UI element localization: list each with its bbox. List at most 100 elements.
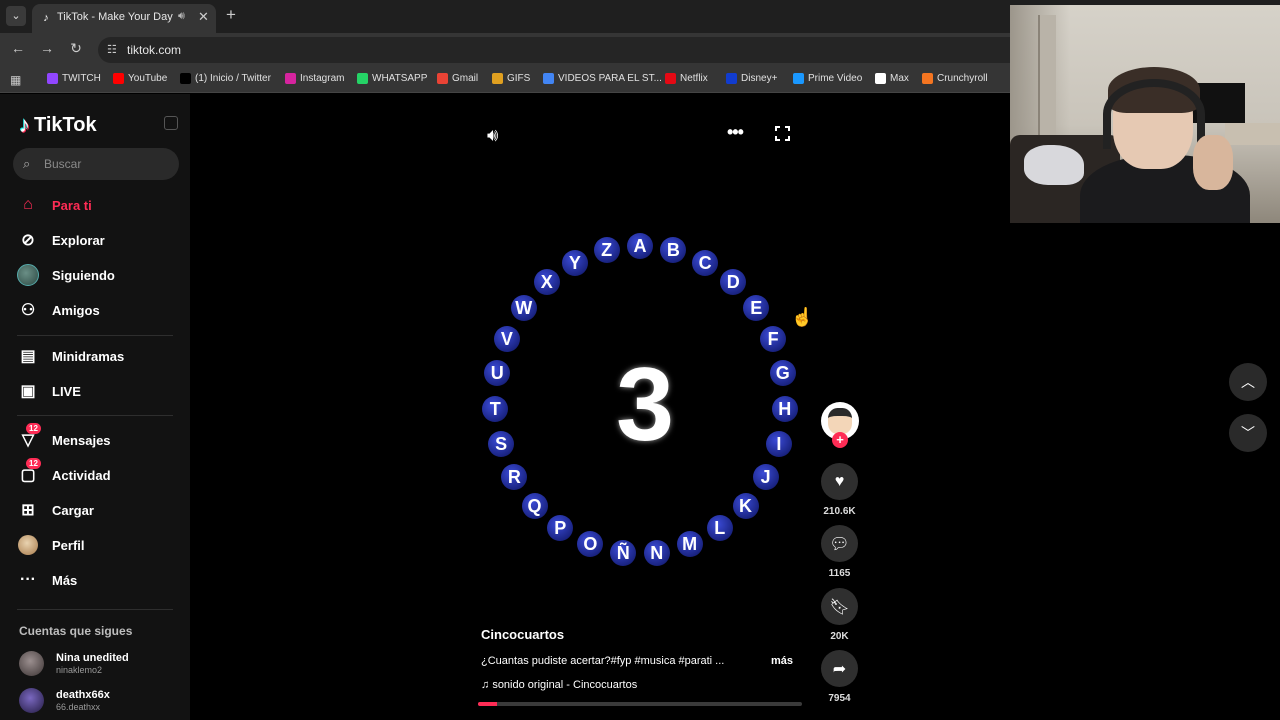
- followed-account[interactable]: Nina unedited ninaklemo2: [19, 651, 129, 676]
- heart-icon: ♥: [834, 472, 845, 490]
- compass-icon: ⊘: [21, 232, 35, 249]
- video-progress-bar[interactable]: [478, 702, 802, 706]
- music-label: sonido original - Cincocuartos: [492, 679, 638, 691]
- profile-avatar-icon: [17, 534, 39, 556]
- youtube-icon: [113, 73, 124, 84]
- music-track[interactable]: ♫ sonido original - Cincocuartos: [481, 679, 637, 691]
- bookmark-label: Max: [890, 73, 909, 84]
- sidebar-item-label: LIVE: [52, 383, 81, 399]
- volume-icon[interactable]: 🔊︎: [487, 125, 498, 146]
- messages-icon: ▽ 12: [17, 423, 41, 451]
- site-info-icon[interactable]: ☷: [107, 43, 117, 56]
- collapse-sidebar-icon[interactable]: [164, 116, 178, 130]
- search-input[interactable]: [44, 155, 169, 173]
- sidebar-item-label: Perfil: [52, 537, 85, 553]
- next-video-button[interactable]: ﹀: [1229, 414, 1267, 452]
- drive-icon: [543, 73, 554, 84]
- unread-badge: 12: [26, 458, 41, 469]
- bookmark-youtube[interactable]: YouTube: [113, 73, 167, 84]
- bookmark-netflix[interactable]: Netflix: [665, 73, 708, 84]
- bookmark-x[interactable]: (1) Inicio / Twitter: [180, 73, 271, 84]
- sidebar-item-amigos[interactable]: ⚇ Amigos: [17, 295, 100, 325]
- twitch-icon: [47, 73, 58, 84]
- bookmark-icon: 🔖︎: [829, 598, 850, 616]
- bookmark-label: TWITCH: [62, 73, 101, 84]
- sidebar-item-actividad[interactable]: ▢ 12 Actividad: [17, 458, 111, 490]
- sidebar: ♪ TikTok ⌕ ⌂ Para ti ⊘ Explorar Siguiend…: [0, 94, 190, 720]
- progress-fill: [478, 702, 498, 706]
- bookmark-gmail[interactable]: Gmail: [437, 73, 478, 84]
- search-icon: ⌕: [23, 156, 31, 171]
- sidebar-item-label: Amigos: [52, 302, 100, 318]
- speaker-icon[interactable]: 🔊︎: [178, 10, 185, 23]
- chevron-down-icon: ﹀: [1241, 425, 1255, 441]
- followed-account[interactable]: deathx66x 66.deathxx: [19, 688, 110, 713]
- back-arrow-icon[interactable]: ←: [8, 40, 28, 56]
- bookmark-instagram[interactable]: Instagram: [285, 73, 344, 84]
- sidebar-item-mas[interactable]: ··· Más: [17, 565, 77, 595]
- comment-button[interactable]: 💬︎: [821, 525, 858, 562]
- tiktok-logo[interactable]: ♪ TikTok: [19, 112, 97, 138]
- apps-grid-icon[interactable]: ▦: [10, 73, 21, 87]
- account-handle: 66.deathxx: [56, 701, 101, 712]
- comment-count: 1165: [828, 568, 851, 579]
- more-options-icon[interactable]: •••: [727, 122, 744, 143]
- countdown-number: 3: [616, 347, 674, 463]
- share-button[interactable]: ➦: [821, 650, 858, 687]
- bookmark-drive[interactable]: VIDEOS PARA EL ST...: [543, 73, 662, 84]
- following-section-title: Cuentas que sigues: [19, 624, 133, 638]
- music-note-icon: ♫: [481, 679, 493, 691]
- bookmark-gifs[interactable]: GIFS: [492, 73, 530, 84]
- more-link[interactable]: más: [771, 655, 793, 667]
- bookmark-label: Prime Video: [808, 73, 863, 84]
- bookmark-disney[interactable]: Disney+: [726, 73, 777, 84]
- bookmark-prime[interactable]: Prime Video: [793, 73, 862, 84]
- sidebar-item-live[interactable]: ▣ LIVE: [17, 376, 81, 406]
- sidebar-divider: [17, 415, 173, 416]
- video-author[interactable]: Cincocuartos: [481, 627, 564, 642]
- reload-icon[interactable]: ↻: [66, 40, 86, 57]
- sidebar-item-label: Más: [52, 572, 78, 588]
- home-icon: ⌂: [23, 196, 33, 213]
- forward-arrow-icon[interactable]: →: [37, 40, 57, 56]
- close-tab-icon[interactable]: ✕: [198, 9, 209, 25]
- bookmark-label: Netflix: [680, 73, 708, 84]
- disney-icon: [726, 73, 737, 84]
- following-avatar-icon: [17, 264, 39, 286]
- sidebar-item-minidramas[interactable]: ▤ Minidramas: [17, 341, 124, 371]
- more-dots-icon: ···: [20, 571, 36, 588]
- netflix-icon: [665, 73, 676, 84]
- bookmark-label: Crunchyroll: [937, 73, 988, 84]
- comment-icon: 💬︎: [829, 535, 850, 553]
- like-button[interactable]: ♥: [821, 463, 858, 500]
- live-icon: ▣: [20, 383, 36, 400]
- hand-cursor-icon: ☝: [791, 307, 814, 327]
- bookmark-max[interactable]: Max: [875, 73, 909, 84]
- tiktok-note-icon: ♪: [19, 112, 30, 137]
- browser-tab[interactable]: ♪ TikTok - Make Your Day 🔊︎ ✕: [32, 4, 216, 33]
- sidebar-item-label: Siguiendo: [52, 267, 115, 283]
- previous-video-button[interactable]: ︿: [1229, 363, 1267, 401]
- bookmark-twitch[interactable]: TWITCH: [47, 73, 101, 84]
- sidebar-divider: [17, 609, 173, 610]
- sidebar-item-cargar[interactable]: ⊞ Cargar: [17, 495, 94, 525]
- sidebar-item-siguiendo[interactable]: Siguiendo: [17, 260, 115, 290]
- sidebar-item-mensajes[interactable]: ▽ 12 Mensajes: [17, 423, 111, 455]
- bookmark-label: VIDEOS PARA EL ST...: [558, 73, 662, 84]
- fullscreen-icon[interactable]: [775, 126, 790, 141]
- sidebar-item-para-ti[interactable]: ⌂ Para ti: [17, 190, 92, 220]
- tab-search-button[interactable]: ⌄: [6, 6, 26, 26]
- save-button[interactable]: 🔖︎: [821, 588, 858, 625]
- sidebar-item-perfil[interactable]: Perfil: [17, 530, 85, 560]
- unread-badge: 12: [26, 423, 41, 434]
- chevron-up-icon: ︿: [1241, 374, 1255, 390]
- search-box[interactable]: ⌕: [13, 148, 179, 180]
- upload-icon: ⊞: [21, 502, 35, 519]
- account-name: deathx66x: [56, 688, 110, 701]
- new-tab-button[interactable]: +: [226, 5, 236, 25]
- bookmark-crunchyroll[interactable]: Crunchyroll: [922, 73, 988, 84]
- sidebar-item-explorar[interactable]: ⊘ Explorar: [17, 225, 104, 255]
- follow-plus-icon[interactable]: +: [832, 432, 848, 448]
- bookmark-label: (1) Inicio / Twitter: [195, 73, 271, 84]
- bookmark-whatsapp[interactable]: WHATSAPP: [357, 73, 427, 84]
